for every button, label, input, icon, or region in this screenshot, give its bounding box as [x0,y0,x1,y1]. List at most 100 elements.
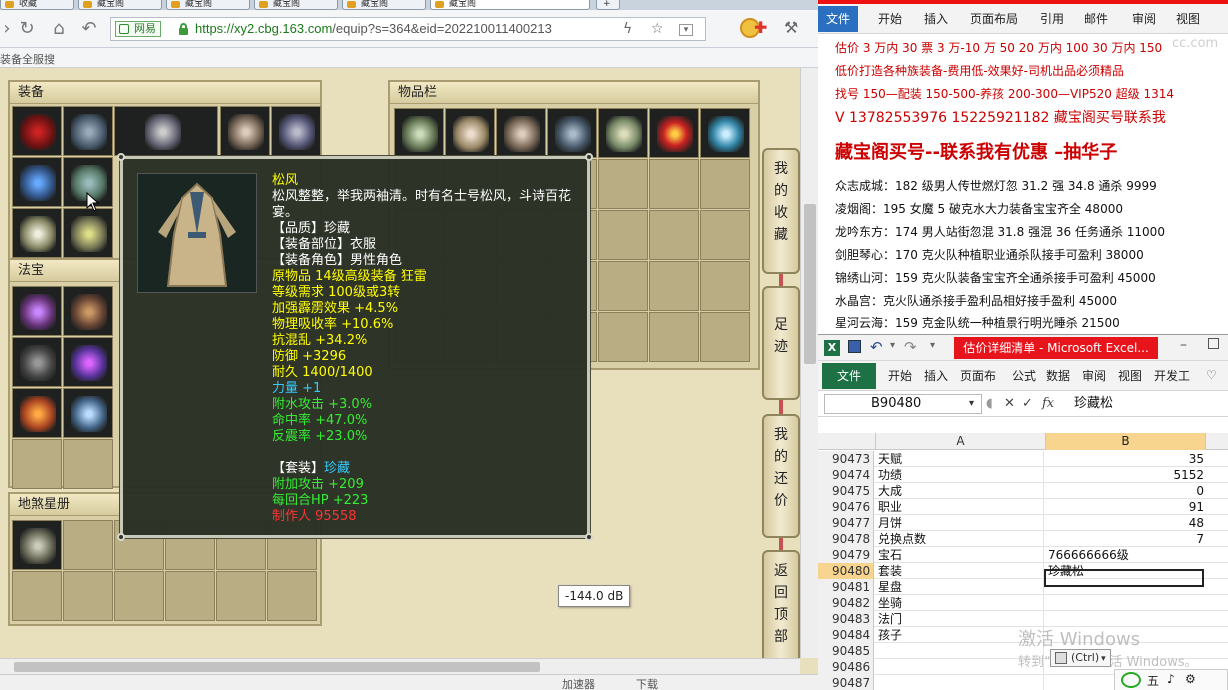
equip-slot[interactable] [12,157,62,207]
save-icon[interactable] [848,340,861,353]
maximize-icon[interactable] [1208,338,1219,349]
star-slot-empty[interactable] [63,520,113,570]
download-item[interactable]: 下载 [636,676,658,690]
cell-b[interactable]: 766666666级 [1046,547,1204,563]
cancel-icon[interactable]: ✕ [1004,394,1015,414]
minimize-icon[interactable]: – [1180,337,1187,353]
row-number[interactable]: 90482 [818,595,874,611]
star-icon[interactable]: ☆ [651,21,664,37]
cell-b[interactable]: 48 [1046,515,1204,531]
cell-a[interactable]: 功绩 [878,467,1044,483]
word-document[interactable]: 估价 3 万内 30 票 3 万-10 万 50 20 万内 100 30 万内… [818,34,1228,334]
excel-tab-page-layout[interactable]: 页面布 [960,368,996,384]
ime-settings-icon[interactable]: ⚙ [1185,672,1196,686]
column-header-a[interactable]: A [876,433,1046,450]
inventory-slot-empty[interactable] [649,159,699,209]
cell-a[interactable]: 星盘 [878,579,1044,595]
equip-slot[interactable] [271,106,321,156]
cell-a[interactable]: 套装 [878,563,1044,579]
word-tab-file[interactable]: 文件 [818,6,858,32]
inventory-slot[interactable] [598,108,648,158]
cell-a[interactable] [878,675,1044,690]
tools-icon[interactable]: ⚒ [784,18,798,37]
refresh-icon[interactable]: ↻ [16,18,38,40]
browser-tab-4[interactable]: 藏宝阁 [254,0,338,10]
fabao-slot[interactable] [12,337,62,387]
accelerator-item[interactable]: 加速器 [562,676,595,690]
chevron-down-icon[interactable]: ▾ [890,340,895,351]
fabao-slot[interactable] [12,388,62,438]
url-input[interactable]: 网易 https://xy2.cbg.163.com/equip?s=364&e… [110,17,706,41]
equip-slot[interactable] [12,106,62,156]
row-number[interactable]: 90476 [818,499,874,515]
row-number[interactable]: 90481 [818,579,874,595]
cell-a[interactable]: 大成 [878,483,1044,499]
row-number[interactable]: 90478 [818,531,874,547]
row-number[interactable]: 90486 [818,659,874,675]
inventory-slot[interactable] [649,108,699,158]
inventory-slot[interactable] [445,108,495,158]
footprint-button[interactable]: 足迹 [762,286,800,400]
fabao-slot-empty[interactable] [12,439,62,489]
star-slot-empty[interactable] [165,571,215,621]
cell-b[interactable]: 35 [1046,451,1204,467]
equip-slot[interactable] [63,106,113,156]
inventory-slot-empty[interactable] [700,210,750,260]
equip-slot[interactable] [220,106,270,156]
equip-slot[interactable] [63,208,113,258]
row-number[interactable]: 90480 [818,563,874,579]
gamepad-icon[interactable]: ✚ [754,18,767,37]
word-tab-insert[interactable]: 插入 [924,10,948,28]
fabao-slot[interactable] [63,337,113,387]
browser-tab-5[interactable]: 藏宝阁 [342,0,426,10]
inventory-slot[interactable] [547,108,597,158]
browser-tab-2[interactable]: 藏宝阁 [78,0,162,10]
quick-access-dropdown-icon[interactable]: ▾ [930,340,935,351]
cell-a[interactable]: 职业 [878,499,1044,515]
word-tab-review[interactable]: 审阅 [1132,10,1156,28]
my-favorites-button[interactable]: 我的收藏 [762,148,800,274]
row-number[interactable]: 90484 [818,627,874,643]
excel-tab-home[interactable]: 开始 [888,368,912,384]
cell-a[interactable]: 天赋 [878,451,1044,467]
ime-mode-icon[interactable]: 五 [1147,672,1159,689]
word-tab-view[interactable]: 视图 [1176,10,1200,28]
confirm-icon[interactable]: ✓ [1022,394,1033,414]
cell-b[interactable]: 7 [1046,531,1204,547]
excel-tab-developer[interactable]: 开发工 [1154,368,1190,384]
word-tab-home[interactable]: 开始 [878,10,902,28]
inventory-slot[interactable] [496,108,546,158]
inventory-slot-empty[interactable] [700,312,750,362]
name-box[interactable]: B90480 ▾ [824,394,982,414]
excel-tab-formulas[interactable]: 公式 [1012,368,1036,384]
excel-tab-review[interactable]: 审阅 [1082,368,1106,384]
back-to-top-button[interactable]: 返回顶部 [762,550,800,658]
cell-b[interactable] [1046,595,1204,611]
excel-tab-view[interactable]: 视图 [1118,368,1142,384]
scrollbar-thumb[interactable] [14,662,540,672]
undo-close-icon[interactable]: ↶ [78,18,100,40]
browser-tab-active[interactable]: 藏宝阁 [430,0,590,10]
undo-icon[interactable]: ↶ [870,338,883,356]
row-number[interactable]: 90477 [818,515,874,531]
dropdown-icon[interactable]: ▾ [679,24,693,36]
bookmark-item[interactable]: 装备全服搜 [0,51,55,67]
column-header-b[interactable]: B [1046,433,1206,450]
excel-tab-insert[interactable]: 插入 [924,368,948,384]
cell-a[interactable]: 宝石 [878,547,1044,563]
inventory-slot-empty[interactable] [649,261,699,311]
cell-b[interactable]: 5152 [1046,467,1204,483]
fabao-slot-empty[interactable] [63,439,113,489]
row-number[interactable]: 90483 [818,611,874,627]
my-counteroffer-button[interactable]: 我的还价 [762,414,800,538]
inventory-slot-empty[interactable] [649,312,699,362]
cell-a[interactable]: 月饼 [878,515,1044,531]
star-slot-empty[interactable] [114,571,164,621]
inventory-slot-empty[interactable] [598,312,648,362]
inventory-slot-empty[interactable] [700,261,750,311]
star-slot-empty[interactable] [216,571,266,621]
inventory-slot-empty[interactable] [598,261,648,311]
row-number[interactable]: 90475 [818,483,874,499]
cell-b[interactable]: 91 [1046,499,1204,515]
select-all-corner[interactable] [818,433,876,450]
